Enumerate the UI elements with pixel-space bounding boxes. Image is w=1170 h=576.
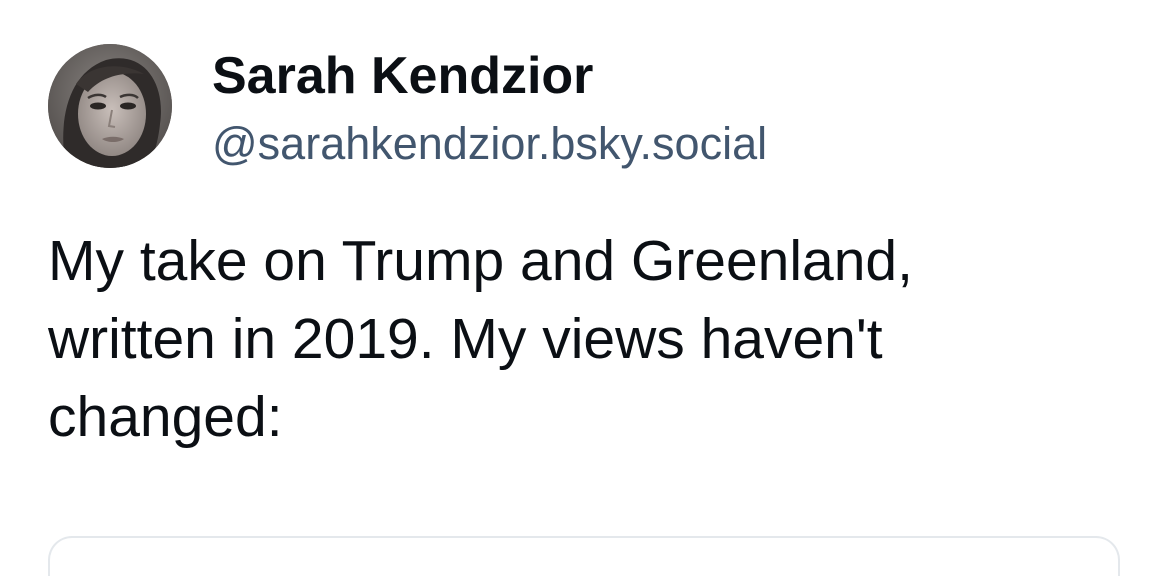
author-display-name[interactable]: Sarah Kendzior: [212, 44, 593, 108]
link-embed-card[interactable]: [48, 536, 1120, 576]
avatar-photo-icon: [48, 44, 172, 168]
author-handle[interactable]: @sarahkendzior.bsky.social: [212, 116, 767, 172]
post-text: My take on Trump and Greenland, written …: [48, 229, 913, 449]
author-avatar[interactable]: [48, 44, 172, 168]
post: Sarah Kendzior @sarahkendzior.bsky.socia…: [0, 0, 1170, 576]
